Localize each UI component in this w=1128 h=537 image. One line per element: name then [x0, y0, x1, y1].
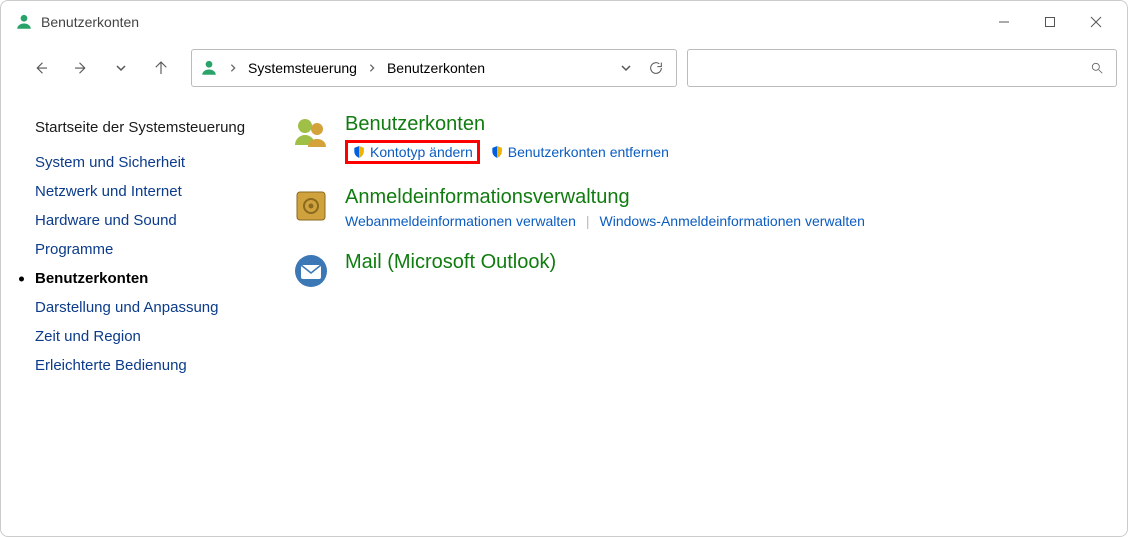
refresh-icon[interactable]: [642, 60, 670, 76]
back-button[interactable]: [29, 56, 53, 80]
close-button[interactable]: [1073, 7, 1119, 37]
search-input[interactable]: [696, 60, 1086, 76]
sidebar-item-ease-of-access[interactable]: Erleichterte Bedienung: [9, 351, 263, 380]
breadcrumb-item[interactable]: Benutzerkonten: [383, 58, 489, 78]
window-controls: [981, 7, 1119, 37]
category-heading[interactable]: Anmeldeinformationsverwaltung: [345, 186, 865, 209]
category-mail: Mail (Microsoft Outlook): [291, 251, 1107, 291]
user-icon: [15, 13, 33, 31]
search-icon[interactable]: [1086, 61, 1108, 75]
sidebar-list: System und Sicherheit Netzwerk und Inter…: [9, 148, 263, 380]
up-button[interactable]: [149, 56, 173, 80]
category-credential-manager: Anmeldeinformationsverwaltung Webanmelde…: [291, 186, 1107, 229]
sidebar-item-time-region[interactable]: Zeit und Region: [9, 322, 263, 351]
main-panel: Benutzerkonten Kontotyp ändern: [271, 95, 1127, 536]
highlighted-link: Kontotyp ändern: [345, 140, 480, 164]
window-title: Benutzerkonten: [41, 14, 139, 30]
maximize-button[interactable]: [1027, 7, 1073, 37]
sidebar-item-network[interactable]: Netzwerk und Internet: [9, 177, 263, 206]
history-dropdown[interactable]: [109, 56, 133, 80]
chevron-right-icon[interactable]: [226, 63, 240, 73]
nav-buttons: [11, 56, 181, 80]
sidebar-home-link[interactable]: Startseite der Systemsteuerung: [9, 115, 263, 148]
toolbar: Systemsteuerung Benutzerkonten: [1, 43, 1127, 95]
address-bar[interactable]: Systemsteuerung Benutzerkonten: [191, 49, 677, 87]
app-window: Benutzerkonten: [0, 0, 1128, 537]
link-manage-windows-credentials[interactable]: Windows-Anmeldeinformationen verwalten: [600, 213, 865, 229]
mail-icon: [291, 251, 331, 291]
chevron-down-icon[interactable]: [614, 62, 638, 74]
sidebar-item-appearance[interactable]: Darstellung und Anpassung: [9, 293, 263, 322]
chevron-right-icon[interactable]: [365, 63, 379, 73]
safe-icon: [291, 186, 331, 226]
sidebar-item-system[interactable]: System und Sicherheit: [9, 148, 263, 177]
titlebar: Benutzerkonten: [1, 1, 1127, 43]
link-remove-user-accounts[interactable]: Benutzerkonten entfernen: [490, 144, 669, 160]
content-body: Startseite der Systemsteuerung System un…: [1, 95, 1127, 536]
shield-icon: [352, 145, 366, 159]
divider: |: [586, 213, 590, 229]
link-change-account-type[interactable]: Kontotyp ändern: [370, 144, 473, 160]
category-user-accounts: Benutzerkonten Kontotyp ändern: [291, 113, 1107, 164]
breadcrumb-item[interactable]: Systemsteuerung: [244, 58, 361, 78]
shield-icon: [490, 145, 504, 159]
category-heading[interactable]: Mail (Microsoft Outlook): [345, 251, 556, 274]
users-icon: [291, 113, 331, 153]
minimize-button[interactable]: [981, 7, 1027, 37]
sidebar-item-hardware[interactable]: Hardware und Sound: [9, 206, 263, 235]
search-box[interactable]: [687, 49, 1117, 87]
category-heading[interactable]: Benutzerkonten: [345, 113, 669, 136]
forward-button[interactable]: [69, 56, 93, 80]
link-manage-web-credentials[interactable]: Webanmeldeinformationen verwalten: [345, 213, 576, 229]
sidebar-item-programs[interactable]: Programme: [9, 235, 263, 264]
address-user-icon: [198, 59, 222, 77]
link-label: Benutzerkonten entfernen: [508, 144, 669, 160]
sidebar-item-user-accounts[interactable]: Benutzerkonten: [9, 264, 263, 293]
sidebar: Startseite der Systemsteuerung System un…: [1, 95, 271, 536]
